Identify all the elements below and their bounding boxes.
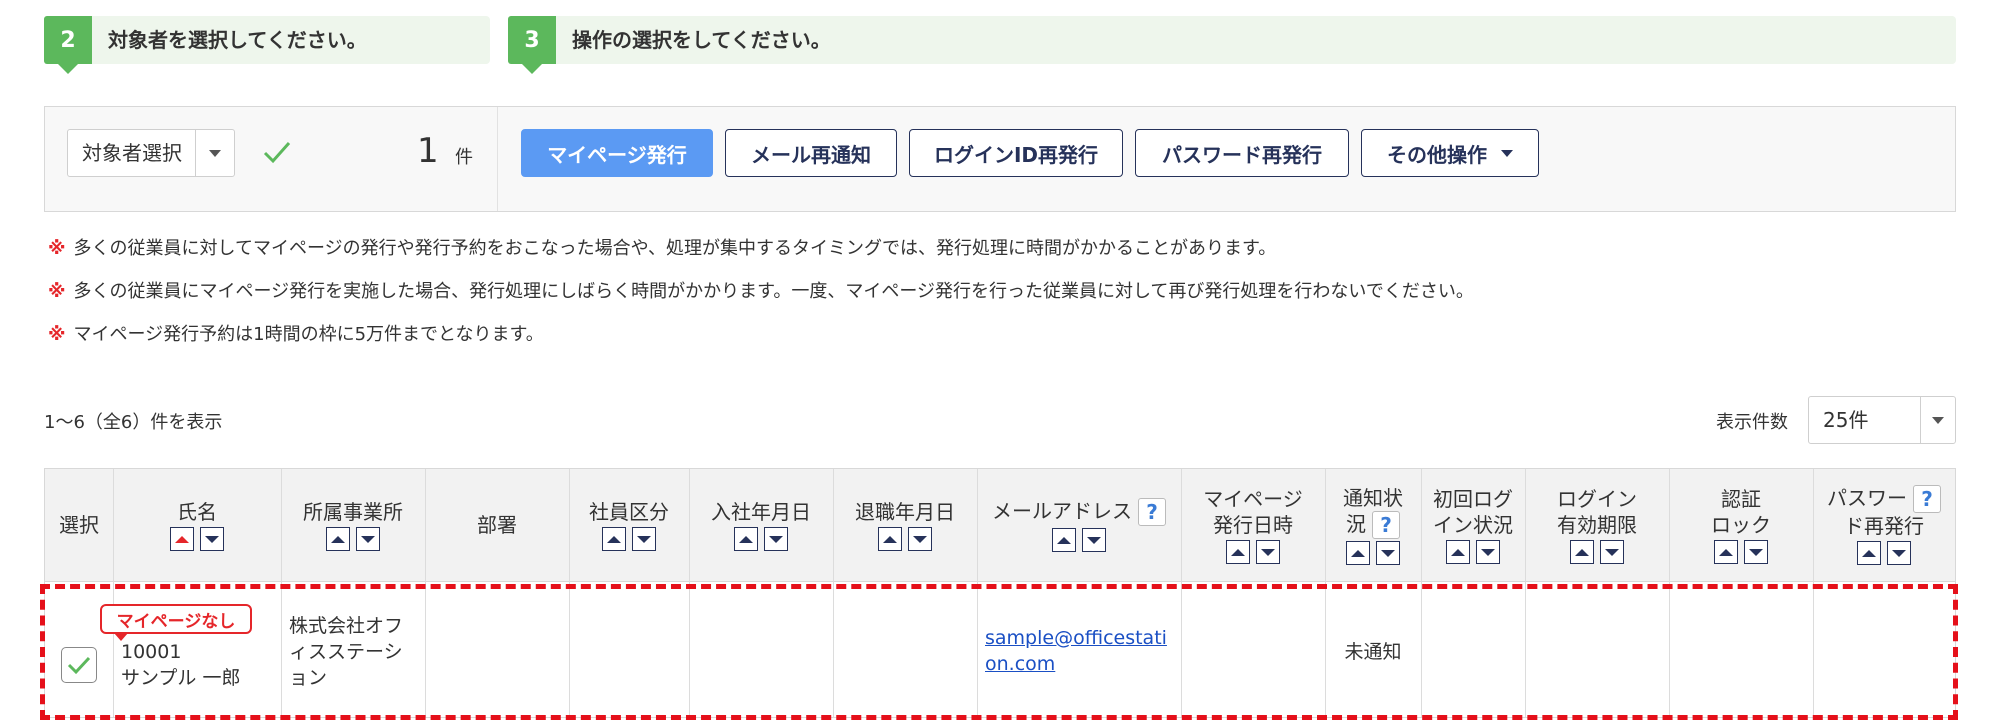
mail-renotify-button[interactable]: メール再通知 [725, 129, 897, 177]
header-mypage-issue-date: マイページ 発行日時 [1181, 469, 1325, 581]
employee-table: 選択 氏名 所属事業所 部署 社員区分 入社年月日 退職年月日 メールアドレス?… [44, 468, 1956, 718]
per-page-label: 表示件数 [1716, 412, 1788, 433]
other-ops-button[interactable]: その他操作 [1361, 129, 1539, 177]
header-password-reissue: パスワー? ド再発行 [1813, 469, 1955, 581]
office-cell: 株式会社オフ ィスステーシ ョン [289, 615, 404, 689]
row-select-checkbox[interactable] [61, 647, 97, 683]
caret-down-icon [1501, 149, 1513, 157]
table-row [45, 581, 113, 717]
login-id-reissue-button[interactable]: ログインID再発行 [909, 129, 1123, 177]
check-icon [67, 656, 91, 675]
step-number: 3 [508, 16, 556, 74]
per-page-select[interactable]: 25件 [1808, 396, 1956, 444]
header-login-expiry: ログイン 有効期限 [1525, 469, 1669, 581]
note: ※ 多くの従業員に対してマイページの発行や発行予約をおこなった場合や、処理が集中す… [48, 238, 1277, 259]
help-icon[interactable]: ? [1913, 485, 1941, 514]
panel-divider [497, 107, 498, 211]
employee-name: サンプル 一郎 [121, 667, 241, 689]
sort-desc-button[interactable] [632, 527, 656, 551]
action-panel: 対象者選択 1 件 マイページ発行 メール再通知 ログインID再発行 パスワード… [44, 106, 1956, 212]
sort-desc-button[interactable] [1887, 541, 1911, 566]
note: ※ マイページ発行予約は1時間の枠に5万件までとなります。 [48, 324, 544, 345]
sort-asc-button[interactable] [1714, 540, 1738, 564]
sort-asc-button[interactable] [1857, 541, 1881, 566]
header-department: 部署 [477, 513, 517, 537]
chevron-down-icon[interactable] [195, 130, 234, 176]
step-2-header: 2 対象者を選択してください。 [44, 16, 490, 74]
sort-asc-button[interactable] [1346, 541, 1370, 566]
sort-asc-button[interactable] [170, 527, 194, 551]
sort-desc-button[interactable] [200, 527, 224, 551]
step-number: 2 [44, 16, 92, 74]
step-3-header: 3 操作の選択をしてください。 [508, 16, 1956, 74]
sort-asc-button[interactable] [1052, 528, 1076, 553]
password-reissue-button[interactable]: パスワード再発行 [1135, 129, 1349, 177]
header-hire-date: 入社年月日 [689, 469, 833, 581]
help-icon[interactable]: ? [1372, 511, 1400, 540]
header-select: 選択 [59, 513, 99, 537]
note: ※ 多くの従業員にマイページ発行を実施した場合、発行処理にしばらく時間がかかります… [48, 281, 1474, 302]
sort-asc-button[interactable] [326, 527, 350, 551]
target-select[interactable]: 対象者選択 [67, 129, 235, 177]
per-page-value: 25件 [1823, 408, 1869, 432]
sort-asc-button[interactable] [1570, 540, 1594, 564]
sort-desc-button[interactable] [356, 527, 380, 551]
header-name: 氏名 [113, 469, 281, 581]
no-mypage-badge: マイページなし [100, 604, 252, 641]
check-icon [263, 142, 291, 164]
sort-asc-button[interactable] [734, 527, 758, 551]
result-count: 1〜6（全6）件を表示 [44, 412, 223, 433]
help-icon[interactable]: ? [1138, 498, 1166, 527]
employee-no: 10001 [121, 641, 182, 663]
sort-desc-button[interactable] [1744, 540, 1768, 564]
sort-asc-button[interactable] [878, 527, 902, 551]
sort-desc-button[interactable] [1600, 540, 1624, 564]
email-link[interactable]: sample@officestati on.com [985, 625, 1167, 677]
notify-status-cell: 未通知 [1344, 641, 1402, 663]
header-auth-lock: 認証 ロック [1669, 469, 1813, 581]
selected-count-unit: 件 [455, 147, 473, 168]
sort-desc-button[interactable] [1376, 541, 1400, 566]
header-notify-status: 通知状 況? [1325, 469, 1421, 581]
header-office: 所属事業所 [281, 469, 425, 581]
sort-desc-button[interactable] [1476, 540, 1500, 564]
mypage-issue-button[interactable]: マイページ発行 [521, 129, 713, 177]
header-email: メールアドレス? [977, 469, 1181, 581]
chevron-down-icon[interactable] [1920, 397, 1955, 443]
header-first-login: 初回ログ イン状況 [1421, 469, 1525, 581]
sort-desc-button[interactable] [764, 527, 788, 551]
sort-asc-button[interactable] [1446, 540, 1470, 564]
sort-desc-button[interactable] [1256, 540, 1280, 564]
selected-count: 1 [417, 131, 439, 171]
step-text: 操作の選択をしてください。 [572, 28, 831, 52]
target-select-label: 対象者選択 [82, 141, 182, 165]
sort-desc-button[interactable] [1082, 528, 1106, 553]
other-ops-label: その他操作 [1387, 142, 1487, 167]
step-text: 対象者を選択してください。 [108, 28, 367, 52]
header-leave-date: 退職年月日 [833, 469, 977, 581]
sort-asc-button[interactable] [602, 527, 626, 551]
sort-asc-button[interactable] [1226, 540, 1250, 564]
header-employee-type: 社員区分 [569, 469, 689, 581]
sort-desc-button[interactable] [908, 527, 932, 551]
